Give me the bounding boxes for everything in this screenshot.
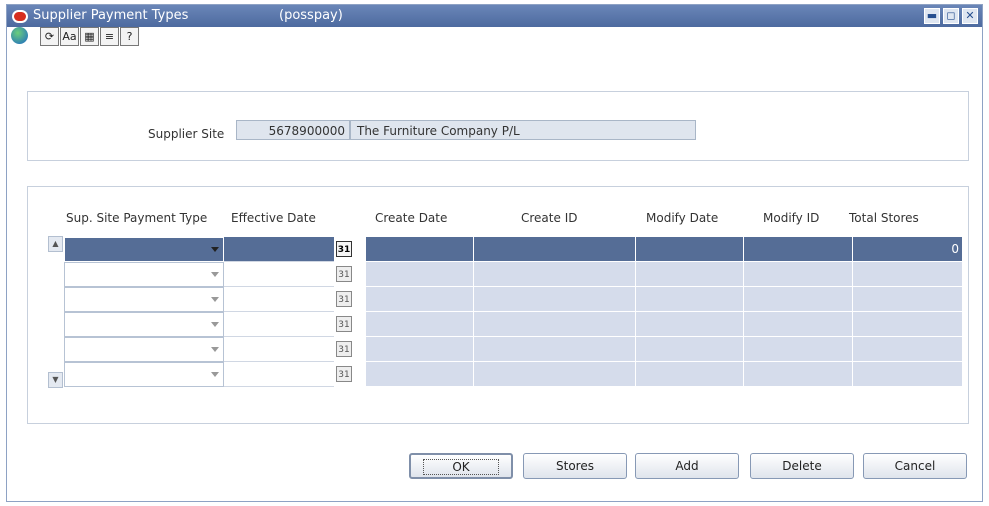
help-icon[interactable]: ?	[120, 27, 139, 46]
col-header-modify-id: Modify ID	[763, 211, 820, 225]
modify-id-cell	[744, 337, 853, 362]
chevron-down-icon[interactable]	[211, 297, 219, 302]
title-bar[interactable]: Supplier Payment Types (posspay) ▬ ◻ ✕	[7, 5, 982, 27]
create-id-cell	[474, 237, 636, 262]
modify-date-cell	[636, 312, 744, 337]
add-button[interactable]: Add	[635, 453, 739, 479]
modify-date-cell	[636, 262, 744, 287]
calendar-icon[interactable]: 31	[336, 316, 352, 332]
calendar-icon[interactable]: 31	[336, 266, 352, 282]
table-row[interactable]: 31	[64, 362, 989, 387]
supplier-site-name-field: The Furniture Company P/L	[350, 120, 696, 140]
table-row[interactable]: 31 0	[64, 237, 989, 262]
calendar-icon[interactable]: 31	[336, 241, 352, 257]
modify-id-cell	[744, 312, 853, 337]
create-date-cell	[366, 362, 474, 387]
col-header-create-id: Create ID	[521, 211, 578, 225]
effective-date-input[interactable]	[224, 287, 334, 312]
create-id-cell	[474, 287, 636, 312]
table-row[interactable]: 31	[64, 312, 989, 337]
total-stores-cell	[853, 337, 963, 362]
create-date-cell	[366, 287, 474, 312]
payment-type-select[interactable]	[64, 287, 224, 312]
total-stores-cell	[853, 287, 963, 312]
modify-date-cell	[636, 287, 744, 312]
col-header-create-date: Create Date	[375, 211, 448, 225]
col-header-total-stores: Total Stores	[849, 211, 919, 225]
payment-type-select[interactable]	[64, 337, 224, 362]
create-date-cell	[366, 337, 474, 362]
effective-date-input[interactable]	[224, 337, 334, 362]
delete-button[interactable]: Delete	[750, 453, 854, 479]
notes-icon[interactable]: ≡	[100, 27, 119, 46]
toolbar: ⟳ Aa ▦ ≡?	[11, 27, 140, 49]
modify-date-cell	[636, 362, 744, 387]
create-id-cell	[474, 262, 636, 287]
form-id: (posspay)	[279, 8, 343, 23]
chevron-down-icon[interactable]	[211, 322, 219, 327]
effective-date-input[interactable]	[224, 362, 334, 387]
calendar-icon[interactable]: 31	[336, 291, 352, 307]
create-id-cell	[474, 312, 636, 337]
navigate-icon[interactable]: ⟳	[40, 27, 59, 46]
stores-button[interactable]: Stores	[523, 453, 627, 479]
ok-button-label: OK	[423, 459, 499, 475]
effective-date-input[interactable]	[224, 237, 334, 262]
supplier-payment-types-window: Supplier Payment Types (posspay) ▬ ◻ ✕ ⟳ Aa…	[6, 4, 983, 502]
payment-type-select[interactable]	[64, 237, 224, 262]
scroll-up-icon[interactable]: ▲	[48, 236, 63, 252]
modify-id-cell	[744, 262, 853, 287]
modify-id-cell	[744, 362, 853, 387]
effective-date-input[interactable]	[224, 312, 334, 337]
col-header-payment-type: Sup. Site Payment Type	[66, 211, 208, 225]
cancel-button[interactable]: Cancel	[863, 453, 967, 479]
create-id-cell	[474, 337, 636, 362]
supplier-site-label: Supplier Site	[148, 127, 225, 141]
payment-type-value	[65, 238, 223, 261]
table-row[interactable]: 31	[64, 337, 989, 362]
payment-type-select[interactable]	[64, 362, 224, 387]
effective-date-input[interactable]	[224, 262, 334, 287]
calendar-icon[interactable]: 31	[336, 366, 352, 382]
supplier-site-panel: Supplier Site 5678900000 The Furniture C…	[27, 91, 969, 161]
close-icon[interactable]: ✕	[962, 8, 978, 24]
scroll-down-icon[interactable]: ▼	[48, 372, 63, 388]
window-title: Supplier Payment Types	[33, 8, 189, 23]
table-row[interactable]: 31	[64, 262, 989, 287]
create-date-cell	[366, 312, 474, 337]
modify-id-cell	[744, 237, 853, 262]
chevron-down-icon[interactable]	[211, 272, 219, 277]
payment-type-select[interactable]	[64, 312, 224, 337]
grid-scrollbar[interactable]: ▲ ▼	[48, 236, 63, 388]
payment-type-select[interactable]	[64, 262, 224, 287]
col-header-effective-date: Effective Date	[231, 211, 316, 225]
create-date-cell	[366, 262, 474, 287]
total-stores-cell	[853, 262, 963, 287]
create-id-cell	[474, 362, 636, 387]
chevron-down-icon[interactable]	[211, 247, 219, 252]
total-stores-cell: 0	[853, 237, 963, 262]
window-controls: ▬ ◻ ✕	[921, 8, 978, 24]
total-stores-cell	[853, 362, 963, 387]
table-row[interactable]: 31	[64, 287, 989, 312]
maximize-icon[interactable]: ◻	[943, 8, 959, 24]
translate-icon[interactable]: Aa	[60, 27, 79, 46]
modify-date-cell	[636, 237, 744, 262]
calendar-icon[interactable]: ▦	[80, 27, 99, 46]
chevron-down-icon[interactable]	[211, 372, 219, 377]
total-stores-cell	[853, 312, 963, 337]
calendar-icon[interactable]: 31	[336, 341, 352, 357]
modify-date-cell	[636, 337, 744, 362]
supplier-site-id-field: 5678900000	[236, 120, 350, 140]
ok-button[interactable]: OK	[409, 453, 513, 479]
payment-types-grid-panel: Sup. Site Payment Type Effective Date Cr…	[27, 186, 969, 424]
oracle-logo-icon	[12, 10, 28, 23]
chevron-down-icon[interactable]	[211, 347, 219, 352]
globe-icon[interactable]	[11, 27, 28, 44]
modify-id-cell	[744, 287, 853, 312]
create-date-cell	[366, 237, 474, 262]
col-header-modify-date: Modify Date	[646, 211, 719, 225]
minimize-icon[interactable]: ▬	[924, 8, 940, 24]
